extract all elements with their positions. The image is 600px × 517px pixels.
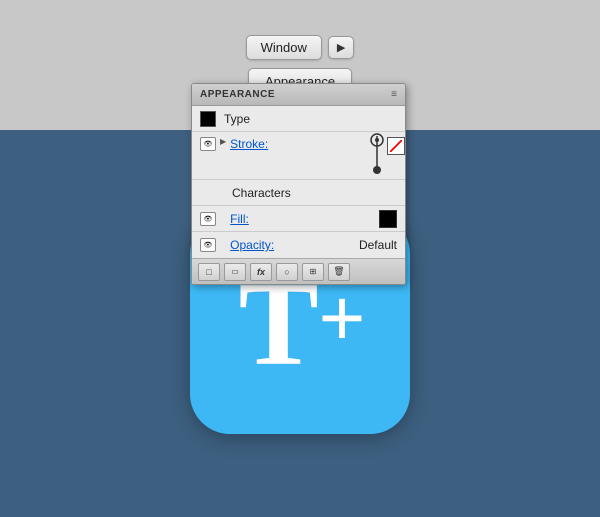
opacity-link[interactable]: Opacity: — [230, 238, 274, 252]
fill-label: Fill: — [230, 212, 375, 226]
panel-body: Type 👁 ▶ Stroke: Characters — [192, 106, 405, 258]
stroke-link[interactable]: Stroke: — [230, 137, 268, 151]
stroke-expand-arrow[interactable]: ▶ — [220, 137, 226, 146]
appearance-panel: APPEARANCE ≡ Type 👁 ▶ Stroke: — [191, 83, 406, 285]
fill-link[interactable]: Fill: — [230, 212, 249, 226]
stroke-row: 👁 ▶ Stroke: — [192, 132, 405, 180]
opacity-label: Opacity: — [230, 238, 359, 252]
characters-label: Characters — [228, 186, 397, 200]
app-icon-plus: + — [319, 278, 362, 358]
fill-visibility-eye[interactable]: 👁 — [200, 212, 216, 226]
type-row: Type — [192, 106, 405, 132]
arrow-button[interactable]: ▶ — [328, 36, 354, 59]
new-stroke-button[interactable]: ▭ — [224, 263, 246, 281]
clear-button[interactable]: ○ — [276, 263, 298, 281]
duplicate-button[interactable]: ⊞ — [302, 263, 324, 281]
fill-color-swatch[interactable] — [379, 210, 397, 228]
window-button[interactable]: Window — [246, 35, 322, 60]
new-fill-button[interactable]: □ — [198, 263, 220, 281]
opacity-row: 👁 ▶ Opacity: Default — [192, 232, 405, 258]
characters-row: Characters — [192, 180, 405, 206]
fill-eye-icon: 👁 — [204, 215, 213, 223]
type-label: Type — [224, 112, 397, 126]
window-button-row: Window ▶ — [246, 35, 355, 60]
delete-button[interactable]: 🗑 — [328, 263, 350, 281]
panel-header: APPEARANCE ≡ — [192, 84, 405, 106]
eye-icon: 👁 — [204, 140, 213, 148]
opacity-value: Default — [359, 238, 397, 252]
stroke-diagram — [355, 132, 399, 182]
fill-row: 👁 ▶ Fill: — [192, 206, 405, 232]
panel-collapse-icon[interactable]: ≡ — [391, 89, 397, 100]
stroke-visibility-eye[interactable]: 👁 — [200, 137, 216, 151]
panel-title: APPEARANCE — [200, 89, 275, 100]
opacity-visibility-eye[interactable]: 👁 — [200, 238, 216, 252]
panel-toolbar: □ ▭ fx ○ ⊞ 🗑 — [192, 258, 405, 284]
opacity-eye-icon: 👁 — [204, 241, 213, 249]
type-color-icon — [200, 111, 216, 127]
fx-button[interactable]: fx — [250, 263, 272, 281]
